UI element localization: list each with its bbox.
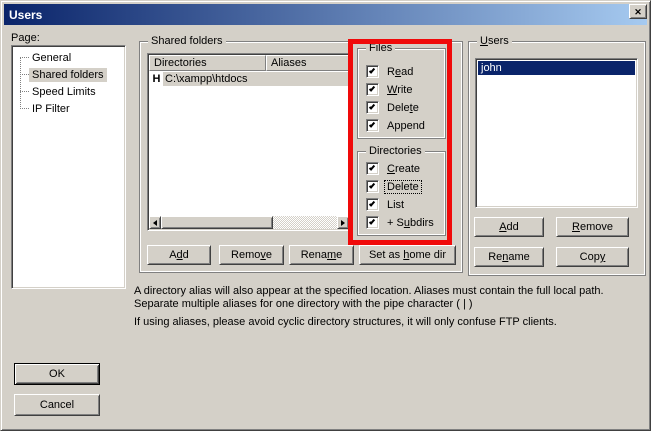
- checkbox[interactable]: [366, 119, 379, 132]
- user-rename-button[interactable]: Rename: [474, 247, 544, 267]
- checkmark-icon: [369, 164, 375, 170]
- tree-stub-icon: [20, 74, 29, 75]
- page-item-shared-folders[interactable]: Shared folders: [15, 66, 121, 83]
- checkbox[interactable]: [366, 198, 379, 211]
- dirs-delete-checkbox[interactable]: Delete: [366, 179, 421, 194]
- scroll-right-icon: [341, 220, 345, 226]
- close-icon: ✕: [634, 7, 642, 17]
- scroll-right-button[interactable]: [337, 216, 349, 229]
- page-label: Page:: [11, 32, 40, 44]
- page-tree: General Shared folders Speed Limits IP F…: [15, 49, 121, 117]
- directories-group-label: Directories: [366, 144, 425, 158]
- dirs-create-checkbox[interactable]: Create: [366, 161, 422, 176]
- page-item-speed-limits[interactable]: Speed Limits: [15, 83, 121, 100]
- checkmark-icon: [369, 103, 375, 109]
- directory-path: C:\xampp\htdocs: [163, 72, 348, 86]
- checkbox[interactable]: [366, 162, 379, 175]
- close-button[interactable]: ✕: [629, 4, 647, 19]
- cancel-button[interactable]: Cancel: [14, 394, 100, 416]
- set-as-home-dir-button[interactable]: Set as home dir: [359, 245, 456, 265]
- user-copy-button[interactable]: Copy: [556, 247, 629, 267]
- home-marker: H: [150, 73, 163, 85]
- user-row-john[interactable]: john: [478, 61, 635, 75]
- page-item-ip-filter[interactable]: IP Filter: [15, 100, 121, 117]
- checkmark-icon: [369, 121, 375, 127]
- page-item-general[interactable]: General: [15, 49, 121, 66]
- folder-remove-button[interactable]: Remove: [219, 245, 284, 265]
- directory-row[interactable]: H C:\xampp\htdocs: [150, 72, 348, 86]
- checkmark-icon: [369, 200, 375, 206]
- checkmark-icon: [369, 67, 375, 73]
- page-list: General Shared folders Speed Limits IP F…: [11, 45, 126, 289]
- users-group-label: Users: [477, 34, 512, 48]
- title-bar[interactable]: Users: [4, 4, 647, 25]
- tree-stub-icon: [20, 91, 29, 92]
- checkmark-icon: [369, 85, 375, 91]
- checkbox[interactable]: [366, 83, 379, 96]
- checkbox[interactable]: [366, 101, 379, 114]
- dirs-subdirs-checkbox[interactable]: + Subdirs: [366, 215, 436, 230]
- files-group-label: Files: [366, 41, 395, 55]
- files-delete-checkbox[interactable]: Delete: [366, 100, 421, 115]
- user-add-button[interactable]: Add: [474, 217, 544, 237]
- dirs-list-checkbox[interactable]: List: [366, 197, 406, 212]
- files-append-checkbox[interactable]: Append: [366, 118, 427, 133]
- scrollbar-thumb[interactable]: [161, 216, 273, 229]
- folder-add-button[interactable]: Add: [147, 245, 211, 265]
- users-list: john: [475, 58, 638, 208]
- window-title: Users: [9, 8, 42, 22]
- checkbox[interactable]: [366, 216, 379, 229]
- column-header-directories[interactable]: Directories: [149, 55, 266, 71]
- checkmark-icon: [369, 182, 375, 188]
- scroll-left-icon: [153, 220, 157, 226]
- checkmark-icon: [369, 218, 375, 224]
- folder-rename-button[interactable]: Rename: [289, 245, 354, 265]
- tree-stub-icon: [20, 57, 29, 58]
- column-header-aliases[interactable]: Aliases: [266, 55, 349, 71]
- directories-list: Directories Aliases H C:\xampp\htdocs: [147, 53, 351, 231]
- scroll-left-button[interactable]: [149, 216, 161, 229]
- shared-folders-group-label: Shared folders: [148, 34, 226, 48]
- files-read-checkbox[interactable]: Read: [366, 64, 415, 79]
- checkbox[interactable]: [366, 180, 379, 193]
- alias-note-text: A directory alias will also appear at th…: [134, 285, 646, 311]
- user-remove-button[interactable]: Remove: [556, 217, 629, 237]
- tree-stub-icon: [20, 108, 29, 109]
- files-write-checkbox[interactable]: Write: [366, 82, 414, 97]
- users-dialog: Users ✕ Page: General Shared folders Spe…: [0, 0, 651, 431]
- cyclic-note-text: If using aliases, please avoid cyclic di…: [134, 316, 646, 329]
- checkbox[interactable]: [366, 65, 379, 78]
- horizontal-scrollbar[interactable]: [149, 216, 349, 229]
- ok-button[interactable]: OK: [14, 363, 100, 385]
